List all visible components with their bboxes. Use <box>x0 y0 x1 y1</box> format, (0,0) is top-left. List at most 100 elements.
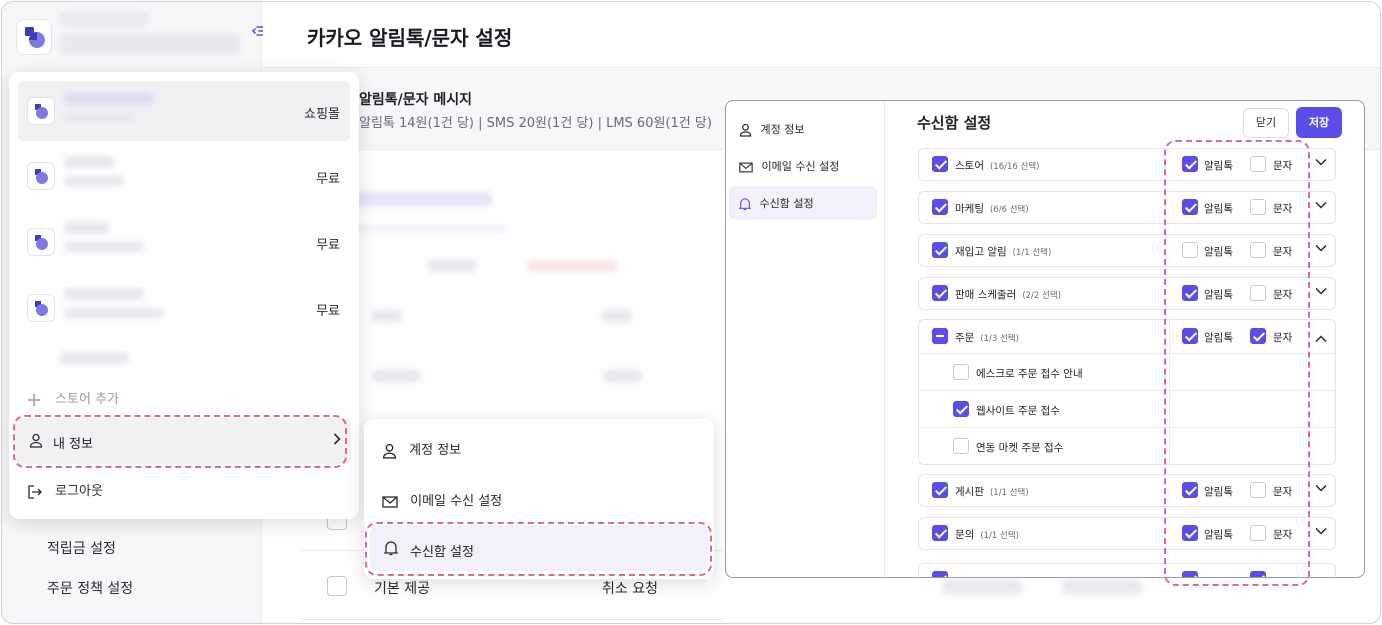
blurred-cell <box>942 580 1022 594</box>
category-checkbox[interactable] <box>932 242 948 258</box>
user-icon <box>739 123 752 137</box>
store-url-blurred <box>64 308 164 318</box>
chevron-down-icon[interactable] <box>1315 199 1327 212</box>
bell-icon <box>739 198 751 211</box>
store-plan-tag: 무료 <box>316 172 340 187</box>
table-divider <box>302 619 722 620</box>
category-count: (1/1 선택) <box>1012 248 1052 258</box>
submenu-label: 이메일 수신 설정 <box>410 494 503 509</box>
chevron-down-icon[interactable] <box>1315 242 1327 255</box>
blurred-cell <box>602 370 642 382</box>
store-plan-tag: 무료 <box>316 238 340 253</box>
settings-title: 수신함 설정 <box>917 114 992 132</box>
logout-label: 로그아웃 <box>55 484 103 499</box>
category-checkbox[interactable] <box>932 328 948 344</box>
banner-heading: 알림톡/문자 메시지 <box>359 92 473 108</box>
store-url-blurred <box>64 113 134 123</box>
chevron-down-icon[interactable] <box>1315 525 1327 538</box>
store-item[interactable]: 무료 <box>18 278 350 338</box>
chevron-down-icon[interactable] <box>1315 482 1327 495</box>
sub-option-checkbox[interactable] <box>953 364 969 380</box>
store-icon <box>27 294 55 322</box>
store-icon <box>27 228 55 256</box>
category-count: (16/16 선택) <box>989 162 1040 172</box>
settings-nav-label: 계정 정보 <box>760 123 805 136</box>
category-name: 판매 스케줄러 <box>955 289 1017 301</box>
mail-icon <box>382 495 398 508</box>
close-button[interactable]: 닫기 <box>1243 108 1289 138</box>
sub-option-label: 에스크로 주문 접수 안내 <box>976 368 1083 380</box>
category-checkbox[interactable] <box>932 482 948 498</box>
category-count: (1/1 선택) <box>989 488 1029 498</box>
chevron-down-icon[interactable] <box>1315 156 1327 169</box>
submenu-item-email[interactable]: 이메일 수신 설정 <box>382 490 502 509</box>
category-name: 주문 <box>955 332 975 344</box>
sub-option-label: 연동 마켓 주문 접수 <box>976 442 1064 454</box>
store-name-blurred <box>64 288 144 300</box>
store-item[interactable]: 쇼핑몰 <box>18 81 350 141</box>
sub-option-checkbox[interactable] <box>953 438 969 454</box>
highlight-dashed-box <box>365 522 712 576</box>
chevron-up-icon[interactable] <box>1315 328 1327 347</box>
app-frame: 적립금 설정 주문 정책 설정 카카오 알림톡/문자 설정 알림톡/문자 메시지… <box>1 1 1381 624</box>
blurred-cell <box>1062 580 1142 594</box>
plus-icon <box>28 393 40 406</box>
add-store-label: 스토어 추가 <box>55 392 120 407</box>
sidebar-item-order-policy[interactable]: 주문 정책 설정 <box>47 578 133 598</box>
settings-nav-email[interactable]: 이메일 수신 설정 <box>729 149 877 183</box>
banner-pricing: 알림톡 14원(1건 당) | SMS 20원(1건 당) | LMS 60원(… <box>359 116 712 131</box>
chevron-down-icon[interactable] <box>1315 285 1327 298</box>
sidebar-item-points[interactable]: 적립금 설정 <box>47 538 116 558</box>
category-name: 게시판 <box>955 486 984 498</box>
submenu-label: 계정 정보 <box>409 443 462 458</box>
table-cell: 기본 제공 <box>374 581 430 597</box>
blurred-cell <box>372 370 422 382</box>
settings-nav-account[interactable]: 계정 정보 <box>729 112 877 146</box>
category-count: (1/3 선택) <box>980 334 1019 344</box>
settings-nav-label: 이메일 수신 설정 <box>761 160 840 173</box>
category-name: 재입고 알림 <box>955 246 1007 258</box>
page-title: 카카오 알림톡/문자 설정 <box>307 26 513 50</box>
store-plan-tag: 무료 <box>316 304 340 319</box>
table-cell: 취소 요청 <box>602 581 658 597</box>
highlight-dashed-box <box>1164 140 1310 586</box>
category-checkbox[interactable] <box>932 285 948 301</box>
store-item[interactable]: 무료 <box>18 212 350 272</box>
logout-icon <box>28 484 42 499</box>
store-logo-icon[interactable] <box>16 19 52 55</box>
settings-nav-inbox[interactable]: 수신함 설정 <box>729 186 877 220</box>
category-name: 스토어 <box>955 160 984 172</box>
category-name: 마케팅 <box>955 203 984 215</box>
store-name-blurred <box>64 222 109 234</box>
blurred-tab <box>427 260 477 272</box>
store-name-blurred <box>64 156 114 168</box>
category-checkbox[interactable] <box>932 199 948 215</box>
blurred-cell <box>602 310 632 322</box>
mail-icon <box>739 162 753 172</box>
category-checkbox[interactable] <box>932 525 948 541</box>
sub-option-label: 웹사이트 주문 접수 <box>976 405 1060 417</box>
save-button[interactable]: 저장 <box>1296 107 1342 138</box>
store-name-blurred <box>59 352 129 364</box>
logout-button[interactable]: 로그아웃 <box>27 480 103 500</box>
blurred-link <box>352 192 492 206</box>
row-checkbox[interactable] <box>327 576 347 596</box>
store-icon <box>27 162 55 190</box>
store-icon <box>27 97 55 125</box>
sub-option-checkbox[interactable] <box>953 401 969 417</box>
add-store-button[interactable]: 스토어 추가 <box>27 388 119 407</box>
store-item[interactable]: 무료 <box>18 146 350 206</box>
blurred-tab-red <box>527 260 617 272</box>
submenu-item-account[interactable]: 계정 정보 <box>382 439 461 459</box>
category-checkbox[interactable] <box>932 156 948 172</box>
highlight-dashed-box <box>13 415 347 468</box>
category-checkbox[interactable] <box>932 571 948 577</box>
store-url-blurred <box>60 34 240 54</box>
settings-nav: 계정 정보 이메일 수신 설정 수신함 설정 <box>726 101 885 577</box>
store-name-blurred <box>60 12 148 26</box>
category-count: (2/2 선택) <box>1022 291 1061 301</box>
store-name-blurred <box>64 93 154 105</box>
blurred-cell <box>372 310 402 322</box>
category-count: (6/6 선택) <box>989 205 1029 215</box>
category-name: 문의 <box>955 529 975 541</box>
